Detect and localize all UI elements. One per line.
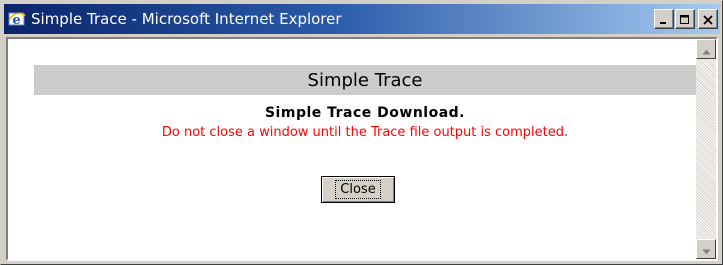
close-button[interactable]: Close (321, 176, 395, 203)
arrow-down-icon (702, 240, 711, 259)
browser-window: e Simple Trace - Microsoft Internet Expl… (0, 0, 723, 265)
heading-bar: Simple Trace (34, 65, 696, 95)
page-viewport: Simple Trace Simple Trace Download. Do n… (6, 37, 718, 261)
warning-message: Do not close a window until the Trace fi… (161, 125, 569, 140)
window-controls (653, 9, 718, 29)
arrow-up-icon (702, 40, 711, 59)
minimize-icon (659, 10, 669, 29)
title-bar[interactable]: e Simple Trace - Microsoft Internet Expl… (4, 4, 720, 34)
maximize-icon (680, 10, 690, 29)
vertical-scrollbar[interactable] (696, 39, 716, 259)
close-window-button[interactable] (698, 9, 718, 29)
message-title: Simple Trace Download. (264, 105, 466, 121)
close-icon (703, 10, 713, 29)
maximize-button[interactable] (675, 9, 695, 29)
page-content: Simple Trace Simple Trace Download. Do n… (8, 39, 696, 259)
page-heading: Simple Trace (307, 69, 423, 91)
minimize-button[interactable] (654, 9, 674, 29)
close-button-label: Close (335, 180, 381, 199)
internet-explorer-icon: e (8, 10, 26, 28)
scroll-up-button[interactable] (696, 39, 716, 59)
window-title: Simple Trace - Microsoft Internet Explor… (31, 10, 342, 28)
scroll-down-button[interactable] (696, 239, 716, 259)
